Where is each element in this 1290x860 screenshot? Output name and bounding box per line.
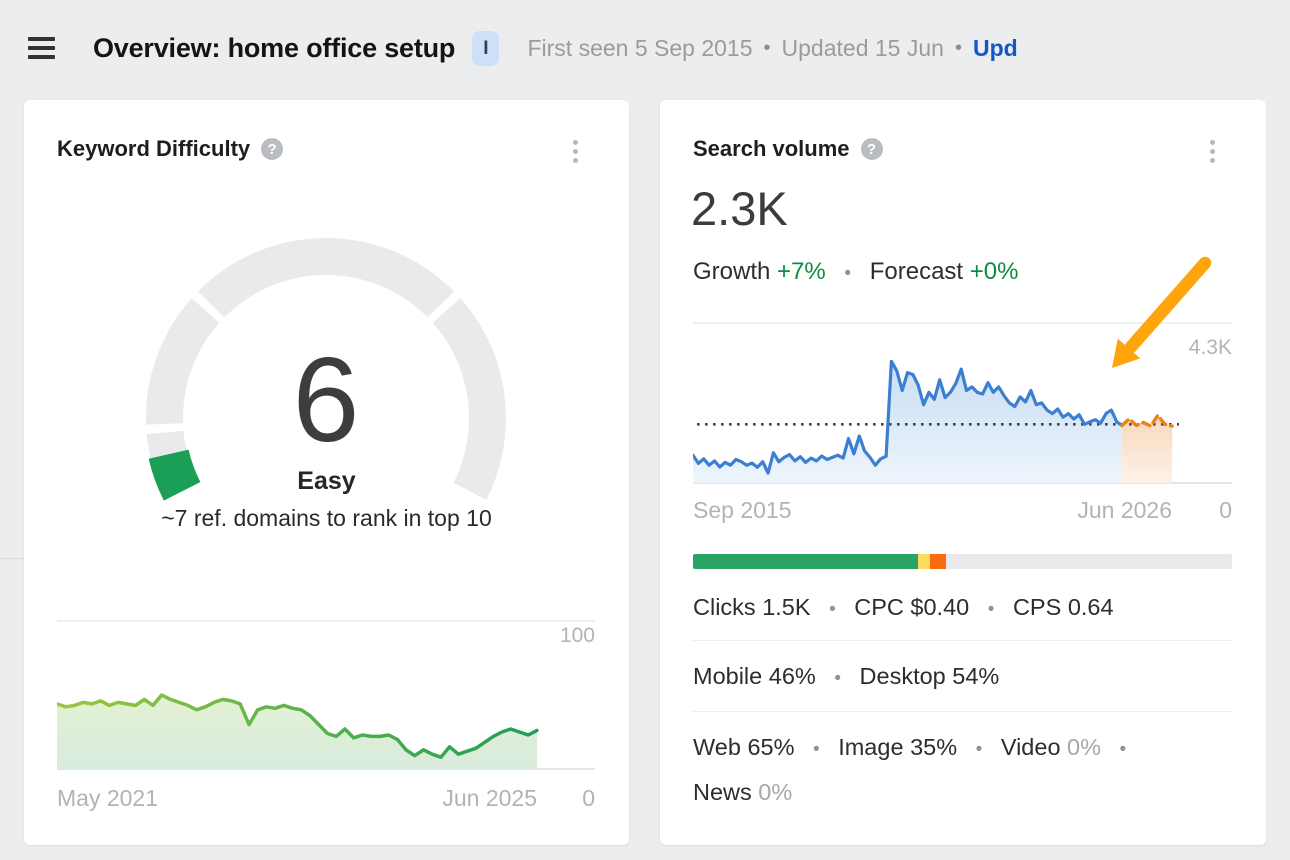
separator-dot: • xyxy=(834,668,841,689)
gutter-divider xyxy=(0,558,24,559)
growth-label: Growth xyxy=(693,258,770,285)
kd-history-chart xyxy=(57,611,595,779)
clicks-distribution-bar xyxy=(693,554,1232,569)
sv-ymin-label: 0 xyxy=(1219,498,1232,522)
kd-ref-domains-text: ~7 ref. domains to rank in top 10 xyxy=(24,502,629,534)
sv-xstart-label: Sep 2015 xyxy=(693,498,791,522)
stat-label: Image xyxy=(838,734,903,760)
growth-forecast-row: Growth +7% • Forecast +0% xyxy=(693,258,1018,288)
kd-ymin-label: 0 xyxy=(582,786,595,810)
stat-value: 0% xyxy=(758,779,792,805)
keyword-meta: First seen 5 Sep 2015 • Updated 15 Jun •… xyxy=(527,35,1017,62)
search-type-stats-row-line2: News 0% xyxy=(693,778,792,806)
separator-dot: • xyxy=(1120,739,1127,760)
device-stats-row: Mobile 46% • Desktop 54% xyxy=(693,662,999,693)
bar-segment-organic-clicks xyxy=(693,554,918,569)
stat-label: CPC xyxy=(854,594,904,620)
separator-dot: • xyxy=(764,37,771,60)
separator-dot: • xyxy=(955,37,962,60)
stat-value: 0% xyxy=(1067,734,1101,760)
update-link[interactable]: Upd xyxy=(973,35,1018,62)
sv-card-header: Search volume ? xyxy=(693,136,883,162)
row-divider xyxy=(693,711,1232,712)
stat-value: 54% xyxy=(952,663,999,689)
stat-value: 1.5K xyxy=(762,594,810,620)
separator-dot: • xyxy=(844,263,851,284)
growth-value: +7% xyxy=(777,258,826,285)
question-mark-icon[interactable]: ? xyxy=(861,138,883,160)
bar-segment-no-clicks xyxy=(946,554,1232,569)
kd-card-header: Keyword Difficulty ? xyxy=(57,136,283,162)
search-volume-chart xyxy=(693,313,1232,489)
updated-text: Updated 15 Jun xyxy=(782,35,944,62)
row-divider xyxy=(693,640,1232,641)
stat-value: $0.40 xyxy=(910,594,969,620)
separator-dot: • xyxy=(988,599,995,620)
kebab-menu-icon[interactable] xyxy=(571,138,580,165)
stat-value: 46% xyxy=(769,663,816,689)
kd-xstart-label: May 2021 xyxy=(57,786,158,810)
page-title: Overview: home office setup xyxy=(93,33,455,64)
separator-dot: • xyxy=(813,739,820,760)
kd-card-title: Keyword Difficulty xyxy=(57,136,250,162)
bar-segment-other-clicks xyxy=(930,554,946,569)
keyword-badge: I xyxy=(472,31,499,66)
stat-label: Mobile xyxy=(693,663,762,689)
stat-label: Video xyxy=(1001,734,1061,760)
clicks-stats-row: Clicks 1.5K • CPC $0.40 • CPS 0.64 xyxy=(693,593,1114,624)
first-seen-text: First seen 5 Sep 2015 xyxy=(527,35,752,62)
bar-segment-paid-clicks xyxy=(918,554,930,569)
stat-label: News xyxy=(693,779,752,805)
stat-label: CPS xyxy=(1013,594,1061,620)
stat-value: 35% xyxy=(910,734,957,760)
stat-label: Desktop xyxy=(860,663,946,689)
hamburger-menu-icon[interactable] xyxy=(28,37,55,59)
question-mark-icon[interactable]: ? xyxy=(261,138,283,160)
search-volume-value: 2.3K xyxy=(691,184,788,234)
kd-xend-label: Jun 2025 xyxy=(442,786,537,810)
keyword-difficulty-card: Keyword Difficulty ? 6 Easy ~7 ref. doma… xyxy=(24,100,629,845)
keyword-overview-page: Overview: home office setup I First seen… xyxy=(0,0,1290,860)
kd-score: 6 xyxy=(136,340,516,460)
kebab-menu-icon[interactable] xyxy=(1208,138,1217,165)
topbar: Overview: home office setup I First seen… xyxy=(0,0,1290,96)
forecast-value: +0% xyxy=(970,258,1019,285)
search-type-stats-row-line1: Web 65% • Image 35% • Video 0% • xyxy=(693,733,1138,764)
forecast-label: Forecast xyxy=(870,258,963,285)
kd-difficulty-label: Easy xyxy=(24,466,629,496)
sv-ymax-label: 4.3K xyxy=(1189,336,1232,360)
kd-ymax-label: 100 xyxy=(560,624,595,648)
sv-xend-label: Jun 2026 xyxy=(1077,498,1172,522)
separator-dot: • xyxy=(976,739,983,760)
stat-value: 0.64 xyxy=(1068,594,1114,620)
sv-card-title: Search volume xyxy=(693,136,850,162)
stat-label: Clicks xyxy=(693,594,756,620)
search-volume-card: Search volume ? 2.3K Growth +7% • Foreca… xyxy=(660,100,1266,845)
separator-dot: • xyxy=(829,599,836,620)
stat-label: Web xyxy=(693,734,741,760)
stat-value: 65% xyxy=(747,734,794,760)
